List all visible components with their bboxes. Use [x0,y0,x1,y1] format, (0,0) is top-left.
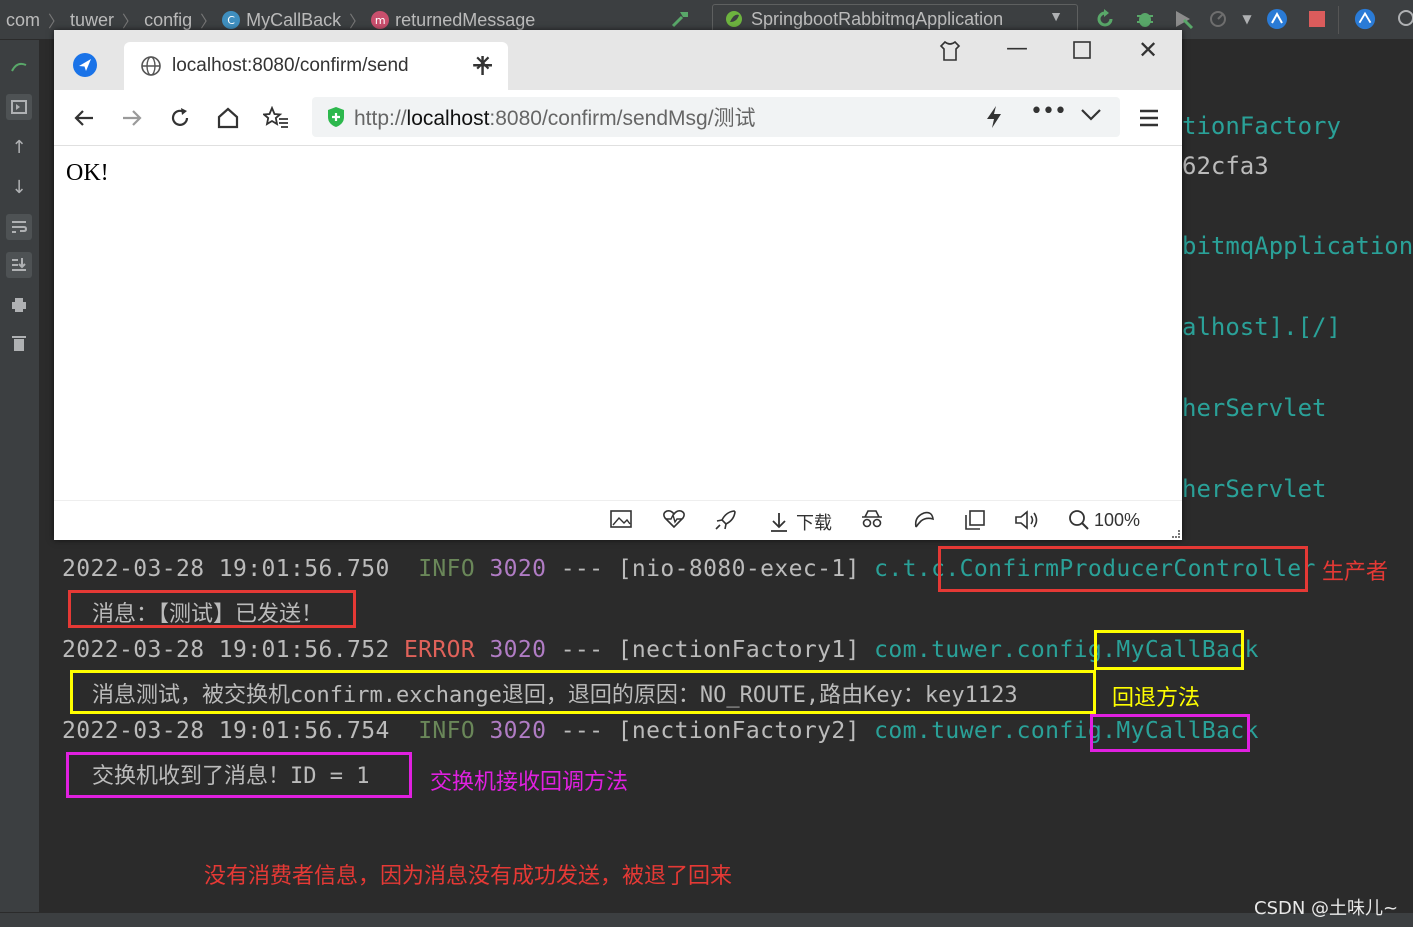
browser-logo-icon[interactable] [72,52,98,82]
print-icon[interactable] [6,292,32,318]
browser-tab-title: localhost:8080/confirm/send [172,55,409,76]
new-tab-icon[interactable]: + [470,48,495,83]
annotation-note: 没有消费者信息，因为消息没有成功发送，被退了回来 [204,864,733,889]
page-response-text: OK! [66,160,109,186]
annotation-confirm-method: 交换机接收回调方法 [430,770,629,795]
shirt-skin-icon[interactable] [938,40,962,66]
annotation-box-producer [938,546,1308,592]
download-icon [771,513,787,532]
trash-icon[interactable] [6,330,32,356]
annotation-box-sent-message [68,590,356,628]
favorites-star-icon[interactable] [260,102,292,134]
globe-icon [141,56,161,76]
download-button[interactable]: 下载 [768,509,832,535]
stop-icon[interactable] [1306,8,1328,30]
more-options-icon[interactable]: ••• [1030,99,1067,124]
rerun-icon[interactable] [1094,8,1116,30]
annotation-box-callback-return [1094,630,1244,670]
class-icon: C [222,11,241,29]
zoom-magnifier-icon [1069,510,1089,530]
breadcrumb-com[interactable]: com [6,10,40,31]
browser-tab-bar: localhost:8080/confirm/send ✕ + — ✕ [54,30,1182,90]
back-icon[interactable] [68,102,100,134]
browser-page-content: OK! [54,146,1182,500]
forward-icon[interactable] [116,102,148,134]
chevron-down-icon[interactable]: ▼ [1236,8,1258,30]
console-log-line: 2022-03-28 19:01:56.752 ERROR 3020 --- [… [62,637,1259,663]
annotation-return-method: 回退方法 [1112,686,1201,711]
annotation-box-confirm-message [66,752,412,798]
background-code-line: 62cfa3 [1182,152,1269,180]
chevron-right-icon: 〉 [349,12,366,31]
breadcrumb: com 〉 tuwer 〉 config 〉 C MyCallBack 〉 m re… [6,8,543,32]
chevron-right-icon: 〉 [200,12,217,31]
ide-bottom-strip [0,912,1413,927]
restart-icon[interactable] [6,54,32,80]
profile-icon[interactable] [1208,8,1230,30]
scroll-to-end-icon[interactable] [6,252,32,278]
arrow-up-icon[interactable]: ↑ [6,134,32,160]
annotation-box-callback-confirm [1090,714,1250,752]
maximize-icon[interactable] [1072,40,1092,64]
url-text: http://localhost:8080/confirm/sendMsg/测试 [354,107,756,130]
breadcrumb-tuwer[interactable]: tuwer [70,10,114,31]
watermark: CSDN @土味儿~ [1254,898,1399,919]
search-icon[interactable] [1394,8,1413,30]
download-label: 下载 [796,513,832,533]
rocket-icon[interactable] [714,509,738,531]
tool-window-tab-icon[interactable] [6,94,32,120]
browser-window: localhost:8080/confirm/send ✕ + — ✕ http… [54,30,1182,540]
address-bar[interactable]: http://localhost:8080/confirm/sendMsg/测试… [312,97,1120,137]
incognito-icon[interactable] [860,509,884,529]
arrow-down-icon[interactable]: ↓ [6,174,32,200]
minimize-icon[interactable]: — [1006,36,1028,61]
annotation-producer: 生产者 [1322,560,1389,585]
console-log-line: 2022-03-28 19:01:56.754 INFO 3020 --- [n… [62,718,1259,744]
method-icon: m [371,11,390,29]
browser-status-bar: 下载 100% [54,500,1182,540]
chevron-right-icon: 〉 [48,12,65,31]
chevron-right-icon: 〉 [122,12,139,31]
window-copy-icon[interactable] [964,509,986,531]
lightning-icon[interactable] [984,105,1004,133]
background-code-line: herServlet [1182,475,1327,503]
run-configuration-label: SpringbootRabbitmqApplication [751,8,1004,29]
close-window-icon[interactable]: ✕ [1138,36,1158,64]
health-heart-icon[interactable] [662,509,686,529]
breadcrumb-config[interactable]: config [144,10,192,31]
volume-icon[interactable] [1014,509,1040,531]
debug-bug-icon[interactable] [1134,8,1156,30]
breadcrumb-mycallback[interactable]: C MyCallBack [222,10,341,31]
zoom-level: 100% [1094,509,1141,530]
toolbar-divider [1338,6,1339,34]
browser-toolbar: http://localhost:8080/confirm/sendMsg/测试… [54,90,1182,146]
chevron-down-icon: ▼ [1049,8,1063,24]
background-code-line: alhost].[/] [1182,313,1341,341]
coverage-icon[interactable] [1172,8,1194,30]
attach-debugger-icon[interactable] [1266,8,1288,30]
browser-tab[interactable]: localhost:8080/confirm/send ✕ [124,42,508,90]
resize-grip-icon[interactable] [1172,530,1180,538]
annotation-box-return-message [70,670,1096,714]
background-code-line: herServlet [1182,394,1327,422]
spring-leaf-icon [726,11,742,27]
plugin-update-icon[interactable] [1354,8,1376,30]
image-icon[interactable] [610,509,632,529]
build-hammer-icon[interactable] [670,8,692,30]
chevron-down-icon[interactable] [1080,107,1102,127]
soft-wrap-icon[interactable] [6,214,32,240]
run-tool-window-toolbar: ↑ ↓ [0,40,40,927]
breadcrumb-returnedmessage[interactable]: m returnedMessage [371,10,535,31]
edge-leaf-icon[interactable] [912,509,936,531]
background-code-line: bitmqApplication [1182,232,1413,260]
home-icon[interactable] [212,102,244,134]
menu-icon[interactable] [1134,104,1164,132]
reload-icon[interactable] [164,102,196,134]
secure-shield-icon [328,107,344,127]
zoom-control[interactable]: 100% [1068,509,1140,531]
background-code-line: tionFactory [1182,112,1341,140]
